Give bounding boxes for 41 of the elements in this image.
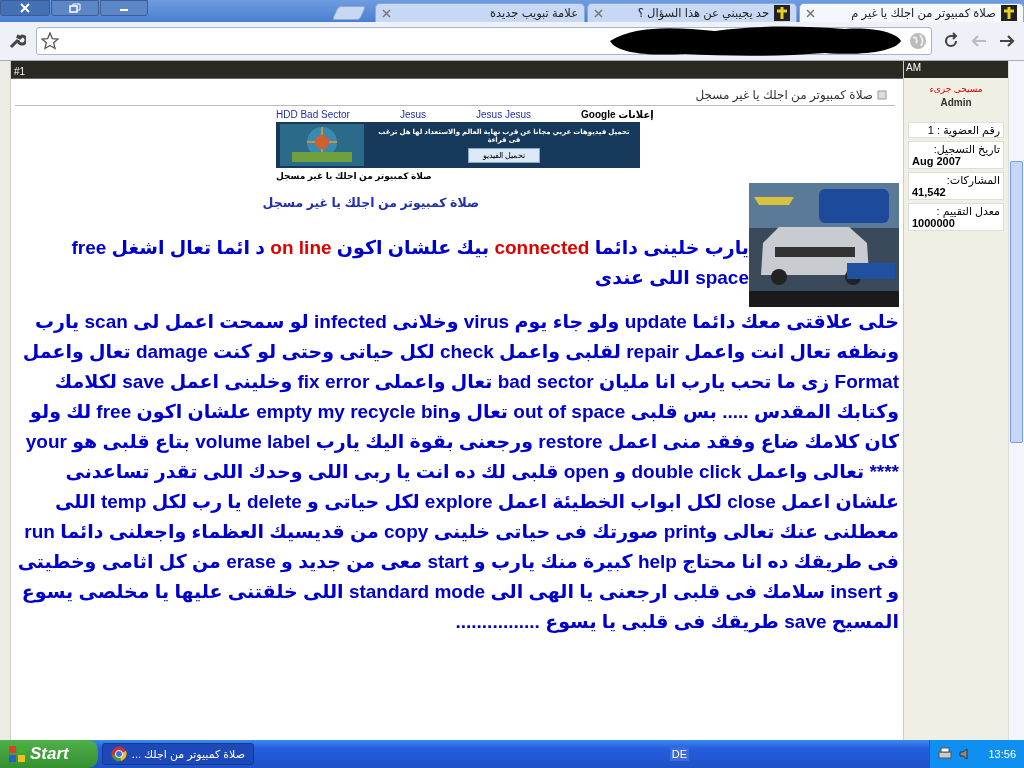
ad-link[interactable]: Jesus Jesus [476, 109, 532, 122]
scrollbar[interactable] [1008, 61, 1024, 740]
post-number: #1 [13, 66, 26, 77]
banner-caption: صلاة كمبيوتر من اجلك يا غير مسجل [276, 170, 432, 183]
cross-icon [774, 5, 790, 21]
taskbar-button[interactable]: صلاة كمبيوتر من اجلك ... [102, 743, 254, 765]
document-icon [877, 90, 887, 100]
browser-icon [111, 746, 127, 762]
post-time: AM [906, 62, 921, 73]
language-indicator[interactable]: DE [669, 747, 689, 761]
printer-icon[interactable] [938, 747, 952, 761]
browser-tab[interactable]: علامة تبويب جديدة [375, 3, 585, 22]
wrench-icon[interactable] [8, 32, 26, 50]
address-field[interactable] [36, 27, 932, 55]
ad-link[interactable]: Jesus [399, 109, 427, 122]
star-icon[interactable] [41, 32, 59, 50]
reload-icon[interactable] [942, 32, 960, 50]
download-video-button[interactable]: تحميل الفيديو [467, 147, 541, 163]
close-icon[interactable] [594, 8, 603, 18]
post-paragraph: Format زى ما تحب يارب انا مليان bad sector تعال واعملى fix error وخلينى اعمل save لكلامك وكتابك المقدس ..... بس قلبى out of space تعال وempty my recycle bin علشان اكون free لك ولو كان كلامك ضاع وفقد منى اعمل restore ورجعنى بقوة اليك يارب volume label بتاع قلبى هو your **** تعالى واعمل double click و open قلبى لك ده انت يا ربى اللى وحدك اللى تقدر تساعدنى علشان اعمل close لكل ابواب الخطيئة اعمل explore لكل حياتى و delete يا رب لكل temp اللى معطلنى عنك تعالى وprint صورتك فى حياتى خلينى copy من قديسيك العظماء واجعلنى دائما run فى طريقك ده انا محتاج help كبيرة منك يارب و start معى من جديد و erase من كل اثامى وخطيتى و insert سلامك فى قلبى ارجعنى يا الهى الى standard mode اللى خلقتنى عليها يا مخلصى يسوع المسيح save طريقك فى قلبى يا يسوع ................ [17, 370, 899, 635]
ad-link[interactable]: HDD Bad Sector [276, 109, 350, 122]
browser-tab[interactable]: حد يجيبني عن هذا السؤال ؟ [587, 3, 797, 22]
close-button[interactable] [0, 0, 50, 16]
user-role: Admin [939, 96, 973, 110]
restore-button[interactable] [51, 0, 99, 16]
scrollbar-thumb[interactable] [1010, 161, 1023, 443]
post-heading: صلاة كمبيوتر من اجلك يا غير مسجل [262, 195, 479, 211]
clock: 13:56 [988, 748, 1016, 760]
close-icon[interactable] [382, 8, 391, 18]
windows-logo-icon [8, 745, 26, 763]
restore-icon [69, 3, 81, 13]
post-paragraph: خلى علاقتى معك دائما update ولو جاء يوم virus وخلانى infected لو سمحت اعمل لى scan يارب ونظفه تعال انت واعمل repair لقلبى واعمل check لكل حياتى وحتى لو كنت damage تعال واعمل [21, 310, 899, 365]
username-link[interactable]: مسيحى جرىء [904, 78, 1008, 94]
close-icon [19, 3, 31, 13]
close-icon[interactable] [806, 8, 815, 18]
cross-icon [1001, 5, 1017, 21]
browser-tab[interactable]: صلاة كمبيوتر من اجلك يا غير م [799, 3, 1024, 22]
ads-label: إعلانات Google [581, 109, 654, 122]
post-title: صلاة كمبيوتر من اجلك يا غير مسجل [695, 88, 873, 102]
minimize-button[interactable] [100, 0, 148, 16]
user-stat: رقم العضوية : 1 [908, 122, 1004, 138]
